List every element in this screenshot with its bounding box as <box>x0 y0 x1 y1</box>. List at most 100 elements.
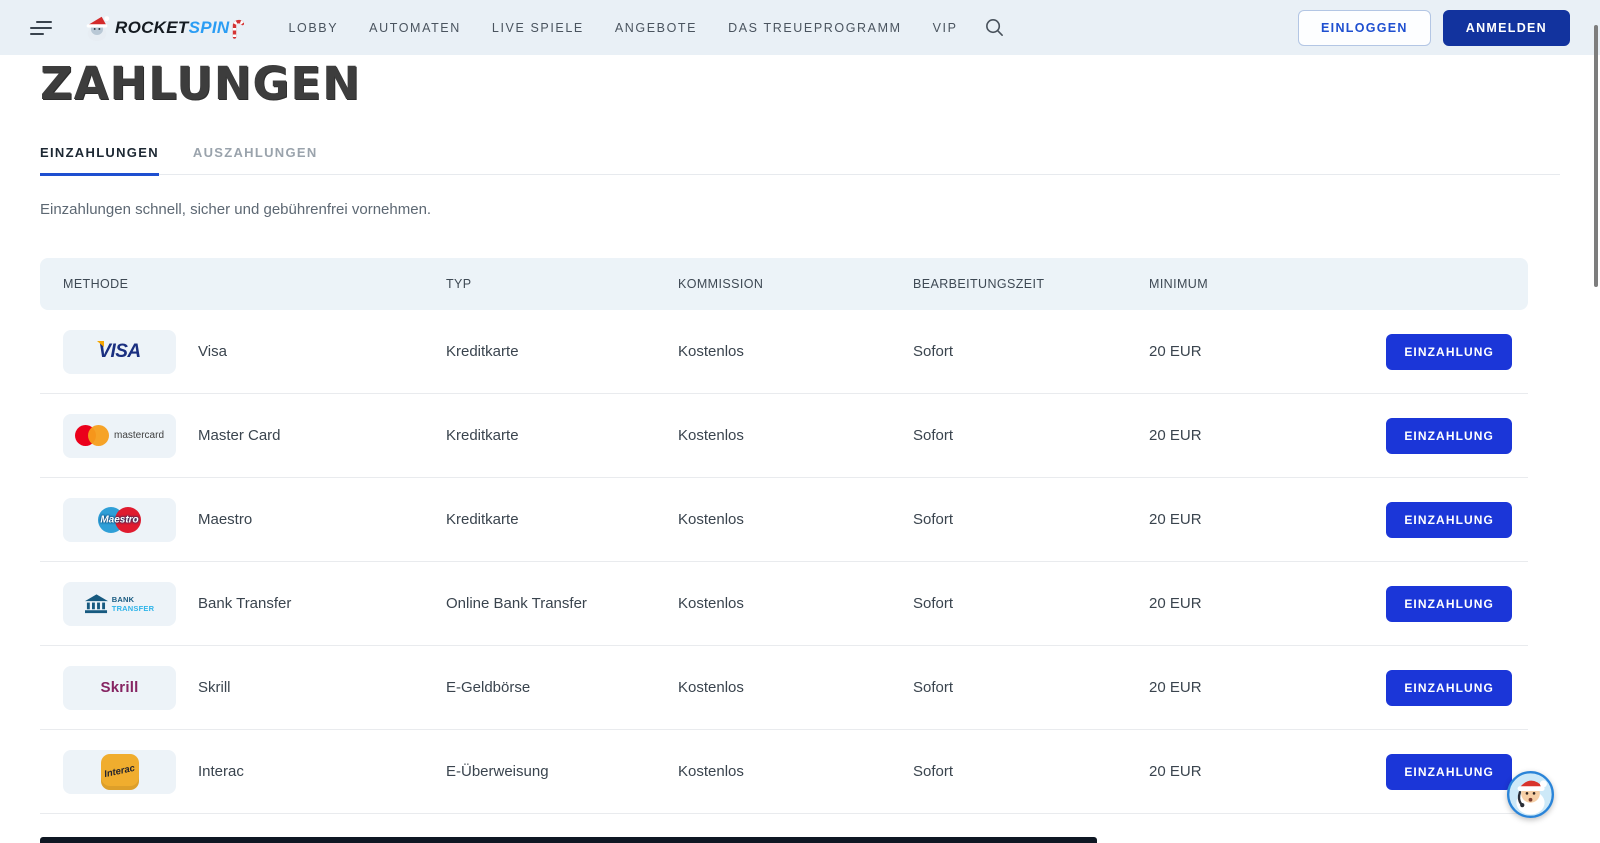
commission-cell: Kostenlos <box>678 343 913 360</box>
action-cell: EINZAHLUNG <box>1382 754 1512 790</box>
scrollbar-thumb[interactable] <box>1594 25 1598 287</box>
payments-table: METHODETYPKOMMISSIONBEARBEITUNGSZEITMINI… <box>40 258 1528 814</box>
page-description: Einzahlungen schnell, sicher und gebühre… <box>40 201 1560 218</box>
minimum-cell: 20 EUR <box>1149 343 1382 360</box>
nav-item-angebote[interactable]: ANGEBOTE <box>615 21 697 35</box>
menu-icon[interactable] <box>30 17 54 39</box>
column-header-minimum: MINIMUM <box>1149 277 1382 291</box>
method-name: Maestro <box>198 511 252 528</box>
auth-buttons: EINLOGGEN ANMELDEN <box>1298 10 1570 46</box>
minimum-cell: 20 EUR <box>1149 427 1382 444</box>
type-cell: E-Überweisung <box>446 763 678 780</box>
column-header-kommission: KOMMISSION <box>678 277 913 291</box>
tabs: EINZAHLUNGEN AUSZAHLUNGEN <box>40 145 1560 175</box>
method-cell: Skrill Skrill <box>63 666 446 710</box>
method-cell: VISA Visa <box>63 330 446 374</box>
logo[interactable]: ROCKETSPIN <box>82 13 244 43</box>
footer-top-bar <box>40 837 1097 843</box>
processing-time-cell: Sofort <box>913 343 1149 360</box>
method-logo-tile: Maestro <box>63 498 176 542</box>
method-logo-tile: Interac <box>63 750 176 794</box>
commission-cell: Kostenlos <box>678 511 913 528</box>
table-body: VISAVisaKreditkarteKostenlosSofort20 EUR… <box>40 310 1528 814</box>
action-cell: EINZAHLUNG <box>1382 418 1512 454</box>
skrill-logo: Skrill <box>101 679 139 696</box>
method-logo-tile: mastercard <box>63 414 176 458</box>
type-cell: E-Geldbörse <box>446 679 678 696</box>
action-cell: EINZAHLUNG <box>1382 586 1512 622</box>
nav-item-das-treueprogramm[interactable]: DAS TREUEPROGRAMM <box>728 21 902 35</box>
signup-button[interactable]: ANMELDEN <box>1443 10 1570 46</box>
commission-cell: Kostenlos <box>678 427 913 444</box>
chat-widget[interactable] <box>1507 771 1554 818</box>
method-name: Bank Transfer <box>198 595 291 612</box>
table-row-bank-transfer: BANKTRANSFERBank TransferOnline Bank Tra… <box>40 562 1528 646</box>
bank-transfer-logo: BANKTRANSFER <box>85 594 154 614</box>
commission-cell: Kostenlos <box>678 595 913 612</box>
method-cell: Interac Interac <box>63 750 446 794</box>
column-header-typ: TYP <box>446 277 678 291</box>
commission-cell: Kostenlos <box>678 679 913 696</box>
column-header-bearbeitungszeit: BEARBEITUNGSZEIT <box>913 277 1149 291</box>
logo-text-spin: SPIN <box>189 18 230 37</box>
minimum-cell: 20 EUR <box>1149 595 1382 612</box>
deposit-button[interactable]: EINZAHLUNG <box>1386 418 1512 454</box>
interac-logo: Interac <box>101 754 139 790</box>
table-row-maestro: Maestro Maestro KreditkarteKostenlosSofort… <box>40 478 1528 562</box>
login-button[interactable]: EINLOGGEN <box>1298 10 1431 46</box>
processing-time-cell: Sofort <box>913 763 1149 780</box>
visa-logo: VISA <box>98 341 140 363</box>
method-logo-tile: BANKTRANSFER <box>63 582 176 626</box>
candy-cane-icon <box>231 17 244 39</box>
minimum-cell: 20 EUR <box>1149 679 1382 696</box>
table-row-interac: Interac Interac E-ÜberweisungKostenlosSofo… <box>40 730 1528 814</box>
nav-item-live-spiele[interactable]: LIVE SPIELE <box>492 21 584 35</box>
table-row-visa: VISA Visa KreditkarteKostenlosSofort20 EUR… <box>40 310 1528 394</box>
main-content: ZAHLUNGEN EINZAHLUNGEN AUSZAHLUNGEN Einza… <box>0 60 1600 814</box>
method-name: Visa <box>198 343 227 360</box>
chat-santa-icon <box>1507 805 1554 822</box>
action-cell: EINZAHLUNG <box>1382 670 1512 706</box>
nav-item-lobby[interactable]: LOBBY <box>288 21 338 35</box>
method-cell: Maestro Maestro <box>63 498 446 542</box>
logo-santa-icon <box>82 13 112 43</box>
processing-time-cell: Sofort <box>913 679 1149 696</box>
search-icon[interactable] <box>984 17 1005 38</box>
mastercard-logo: mastercard <box>75 425 164 446</box>
deposit-button[interactable]: EINZAHLUNG <box>1386 670 1512 706</box>
type-cell: Kreditkarte <box>446 427 678 444</box>
processing-time-cell: Sofort <box>913 595 1149 612</box>
method-name: Interac <box>198 763 244 780</box>
action-cell: EINZAHLUNG <box>1382 334 1512 370</box>
nav-item-automaten[interactable]: AUTOMATEN <box>369 21 461 35</box>
minimum-cell: 20 EUR <box>1149 511 1382 528</box>
maestro-logo: Maestro <box>98 507 141 533</box>
processing-time-cell: Sofort <box>913 427 1149 444</box>
commission-cell: Kostenlos <box>678 763 913 780</box>
nav-item-vip[interactable]: VIP <box>933 21 958 35</box>
method-name: Master Card <box>198 427 281 444</box>
type-cell: Kreditkarte <box>446 343 678 360</box>
logo-text-rocket: ROCKET <box>115 18 189 37</box>
method-cell: mastercard Master Card <box>63 414 446 458</box>
minimum-cell: 20 EUR <box>1149 763 1382 780</box>
table-header-row: METHODETYPKOMMISSIONBEARBEITUNGSZEITMINI… <box>40 258 1528 310</box>
tab-einzahlungen[interactable]: EINZAHLUNGEN <box>40 145 159 176</box>
processing-time-cell: Sofort <box>913 511 1149 528</box>
method-cell: BANKTRANSFER Bank Transfer <box>63 582 446 626</box>
action-cell: EINZAHLUNG <box>1382 502 1512 538</box>
deposit-button[interactable]: EINZAHLUNG <box>1386 502 1512 538</box>
deposit-button[interactable]: EINZAHLUNG <box>1386 334 1512 370</box>
table-row-skrill: Skrill Skrill E-GeldbörseKostenlosSofort20… <box>40 646 1528 730</box>
main-nav: LOBBY AUTOMATEN LIVE SPIELE ANGEBOTE DAS TRE… <box>288 21 957 35</box>
page-title: ZAHLUNGEN <box>40 60 1560 107</box>
method-name: Skrill <box>198 679 231 696</box>
tab-auszahlungen[interactable]: AUSZAHLUNGEN <box>193 145 318 174</box>
method-logo-tile: Skrill <box>63 666 176 710</box>
deposit-button[interactable]: EINZAHLUNG <box>1386 586 1512 622</box>
table-row-master-card: mastercard Master Card KreditkarteKostenlo… <box>40 394 1528 478</box>
column-header-methode: METHODE <box>63 277 446 291</box>
type-cell: Kreditkarte <box>446 511 678 528</box>
top-nav-bar: ROCKETSPIN LOBBY AUTOMATEN LIVE SPIELE ANGE… <box>0 0 1600 55</box>
deposit-button[interactable]: EINZAHLUNG <box>1386 754 1512 790</box>
